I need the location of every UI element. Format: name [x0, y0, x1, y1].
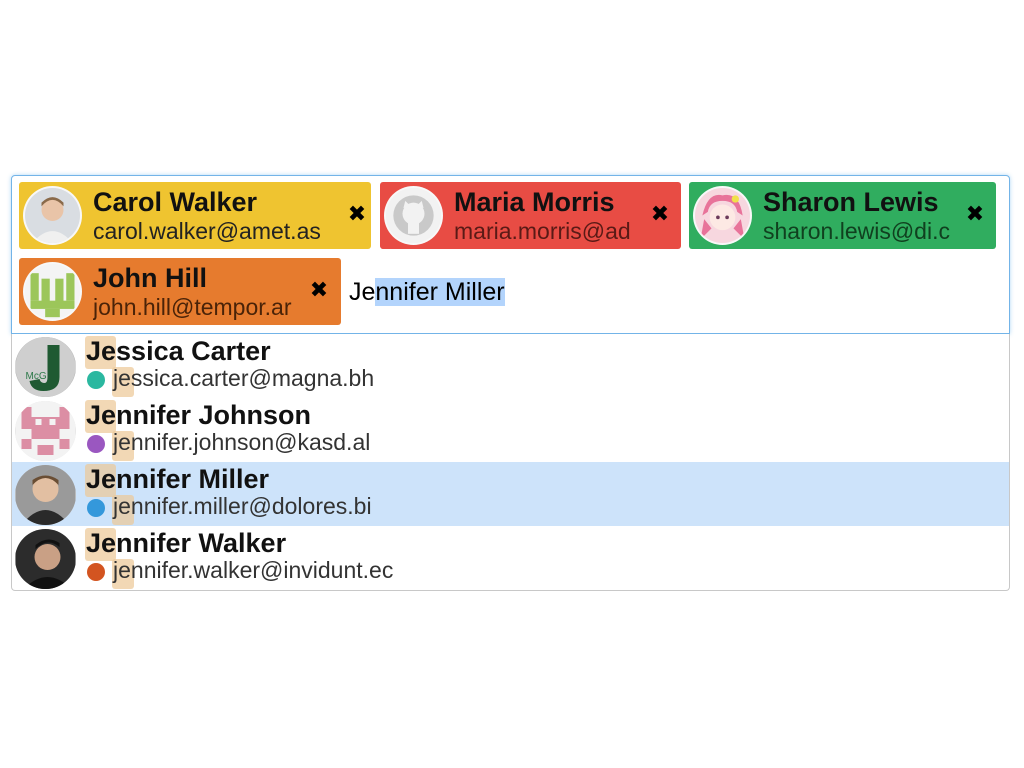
search-typed-text: Je — [349, 278, 376, 306]
jessica-carter-avatar: McG — [15, 337, 76, 397]
sharon-lewis-avatar — [693, 186, 752, 245]
suggestion-name: Jennifer Walker — [86, 528, 287, 558]
suggestion-name: Jennifer Johnson — [86, 400, 312, 430]
john-hill-avatar — [23, 262, 82, 321]
jennifer-johnson-avatar — [15, 401, 76, 461]
recipient-picker[interactable]: Carol Walker carol.walker@amet.as ✖ Mari… — [11, 175, 1010, 334]
status-dot — [87, 563, 105, 581]
suggestion-jennifer-miller[interactable]: Jennifer Miller jennifer.miller@dolores.… — [12, 462, 1009, 526]
suggestion-name: Jennifer Miller — [86, 464, 270, 494]
remove-token-icon[interactable]: ✖ — [650, 203, 670, 225]
search-autocomplete-selection: nnifer Miller — [375, 278, 505, 306]
token-carol-walker[interactable]: Carol Walker carol.walker@amet.as ✖ — [19, 182, 371, 249]
token-maria-morris[interactable]: Maria Morris maria.morris@ad ✖ — [380, 182, 681, 249]
search-input[interactable]: Jennifer Miller — [349, 275, 505, 309]
suggestion-name: Jessica Carter — [86, 336, 271, 366]
token-name: John Hill — [93, 263, 207, 293]
token-email: sharon.lewis@di.c — [763, 218, 950, 244]
remove-token-icon[interactable]: ✖ — [347, 203, 367, 225]
suggestions-dropdown: McG Jessica Carter jessica.carter@magna.… — [11, 334, 1010, 591]
remove-token-icon[interactable]: ✖ — [309, 279, 329, 301]
status-dot — [87, 499, 105, 517]
token-email: maria.morris@ad — [454, 218, 631, 244]
jennifer-miller-avatar — [15, 465, 76, 525]
suggestion-email: jennifer.johnson@kasd.al — [113, 429, 371, 455]
token-name: Sharon Lewis — [763, 187, 939, 217]
token-email: carol.walker@amet.as — [93, 218, 321, 244]
token-sharon-lewis[interactable]: Sharon Lewis sharon.lewis@di.c ✖ — [689, 182, 996, 249]
status-dot — [87, 371, 105, 389]
svg-text:McG: McG — [26, 371, 47, 382]
suggestion-email: jessica.carter@magna.bh — [113, 365, 375, 391]
token-email: john.hill@tempor.ar — [93, 294, 292, 320]
suggestion-email: jennifer.walker@invidunt.ec — [113, 557, 394, 583]
suggestion-email: jennifer.miller@dolores.bi — [113, 493, 372, 519]
token-john-hill[interactable]: John Hill john.hill@tempor.ar ✖ — [19, 258, 341, 325]
suggestion-jessica-carter[interactable]: McG Jessica Carter jessica.carter@magna.… — [12, 334, 1009, 398]
jennifer-walker-avatar — [15, 529, 76, 589]
token-name: Carol Walker — [93, 187, 258, 217]
remove-token-icon[interactable]: ✖ — [965, 203, 985, 225]
status-dot — [87, 435, 105, 453]
suggestion-jennifer-johnson[interactable]: Jennifer Johnson jennifer.johnson@kasd.a… — [12, 398, 1009, 462]
carol-walker-avatar — [23, 186, 82, 245]
token-name: Maria Morris — [454, 187, 615, 217]
suggestion-jennifer-walker[interactable]: Jennifer Walker jennifer.walker@invidunt… — [12, 526, 1009, 590]
maria-morris-avatar — [384, 186, 443, 245]
